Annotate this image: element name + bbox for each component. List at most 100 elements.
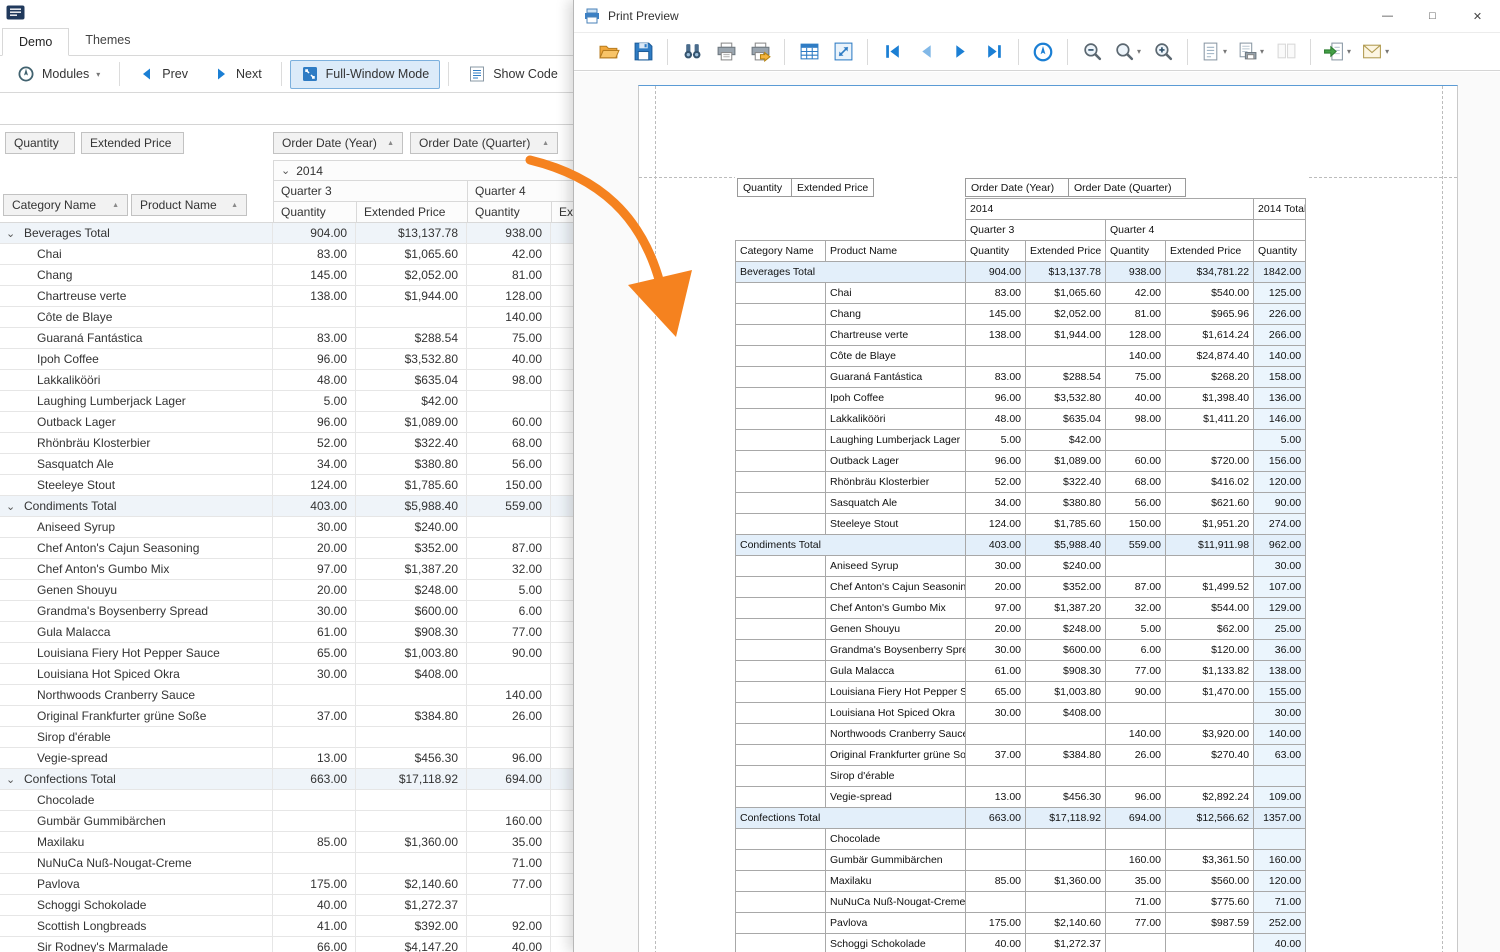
row-label[interactable]: Genen Shouyu [0,580,273,600]
value-cell[interactable]: 83.00 [273,244,356,264]
value-cell[interactable]: 42.00 [467,244,551,264]
value-cell[interactable]: 90.00 [467,643,551,663]
zoom-button[interactable]: ▾ [1111,37,1144,67]
value-cell[interactable]: 20.00 [273,580,356,600]
value-cell[interactable] [273,790,356,810]
value-cell[interactable]: $240.00 [356,517,467,537]
column-field-order-date-year[interactable]: Order Date (Year)▲ [273,132,403,154]
column-field-order-date-quarter[interactable]: Order Date (Quarter)▲ [410,132,558,154]
value-cell[interactable]: 938.00 [467,223,551,243]
value-cell[interactable]: 77.00 [467,874,551,894]
value-cell[interactable] [467,727,551,747]
value-cell[interactable]: 92.00 [467,916,551,936]
value-cell[interactable]: 56.00 [467,454,551,474]
value-cell[interactable] [467,517,551,537]
tab-themes[interactable]: Themes [69,27,146,55]
value-cell[interactable]: 30.00 [273,664,356,684]
row-label[interactable]: Chocolade [0,790,273,810]
row-label[interactable]: Louisiana Hot Spiced Okra [0,664,273,684]
value-cell[interactable]: 559.00 [467,496,551,516]
value-cell[interactable]: 77.00 [467,622,551,642]
value-cell[interactable] [273,727,356,747]
value-cell[interactable]: 694.00 [467,769,551,789]
tab-demo[interactable]: Demo [2,28,69,56]
value-cell[interactable]: $635.04 [356,370,467,390]
last-page-button[interactable] [979,37,1009,67]
pointer-navigation-button[interactable] [1028,37,1058,67]
value-cell[interactable]: $288.54 [356,328,467,348]
row-label[interactable]: Chef Anton's Cajun Seasoning [0,538,273,558]
customize-button[interactable] [794,37,824,67]
row-label[interactable]: Chef Anton's Gumbo Mix [0,559,273,579]
value-cell[interactable]: 30.00 [273,601,356,621]
row-label[interactable]: Gumbär Gummibärchen [0,811,273,831]
value-cell[interactable]: 140.00 [467,685,551,705]
value-cell[interactable]: 5.00 [467,580,551,600]
row-label[interactable]: Steeleye Stout [0,475,273,495]
value-cell[interactable]: 26.00 [467,706,551,726]
row-label[interactable]: Vegie-spread [0,748,273,768]
value-cell[interactable]: 34.00 [273,454,356,474]
value-cell[interactable]: 60.00 [467,412,551,432]
value-cell[interactable]: 128.00 [467,286,551,306]
save-document-button[interactable] [628,37,658,67]
row-label[interactable]: Sirop d'érable [0,727,273,747]
data-field-quantity[interactable]: Quantity [5,132,75,154]
value-cell[interactable] [356,307,467,327]
open-document-button[interactable] [594,37,624,67]
value-cell[interactable]: $3,532.80 [356,349,467,369]
row-label[interactable]: Sir Rodney's Marmalade [0,937,273,952]
value-cell[interactable]: 175.00 [273,874,356,894]
row-label[interactable]: Chai [0,244,273,264]
app-icon[interactable] [6,5,25,20]
value-cell[interactable]: 20.00 [273,538,356,558]
row-label[interactable]: Lakkalikööri [0,370,273,390]
zoom-in-button[interactable] [1148,37,1178,67]
value-cell[interactable] [467,664,551,684]
row-label[interactable]: Rhönbräu Klosterbier [0,433,273,453]
value-cell[interactable]: $4,147.20 [356,937,467,952]
column-header-extended-price-q3[interactable]: Extended Price [356,202,467,223]
value-cell[interactable] [467,391,551,411]
row-label[interactable]: Outback Lager [0,412,273,432]
send-email-button[interactable]: ▾ [1358,37,1392,67]
row-label[interactable]: NuNuCa Nuß-Nougat-Creme [0,853,273,873]
value-cell[interactable]: 40.00 [467,349,551,369]
value-cell[interactable]: 160.00 [467,811,551,831]
column-group-2014[interactable]: ⌄2014 [273,160,600,181]
zoom-out-button[interactable] [1077,37,1107,67]
value-cell[interactable]: $1,003.80 [356,643,467,663]
value-cell[interactable]: $1,065.60 [356,244,467,264]
value-cell[interactable]: 138.00 [273,286,356,306]
value-cell[interactable] [356,811,467,831]
value-cell[interactable]: $1,944.00 [356,286,467,306]
facing-pages-button[interactable] [1271,37,1301,67]
value-cell[interactable]: 68.00 [467,433,551,453]
quick-print-button[interactable] [745,37,775,67]
full-window-mode-button[interactable]: Full-Window Mode [290,60,441,89]
value-cell[interactable]: 5.00 [273,391,356,411]
column-header-quarter-3[interactable]: Quarter 3 [273,181,467,202]
row-label[interactable]: Pavlova [0,874,273,894]
collapse-icon[interactable]: ⌄ [6,773,17,786]
export-document-button[interactable]: ▾ [1320,37,1354,67]
row-label[interactable]: Sasquatch Ale [0,454,273,474]
value-cell[interactable]: 66.00 [273,937,356,952]
value-cell[interactable]: 61.00 [273,622,356,642]
data-field-extended-price[interactable]: Extended Price [81,132,184,154]
value-cell[interactable]: $380.80 [356,454,467,474]
value-cell[interactable]: $392.00 [356,916,467,936]
page-view-button[interactable]: ▾ [1197,37,1230,67]
value-cell[interactable] [273,307,356,327]
value-cell[interactable]: $322.40 [356,433,467,453]
preview-page[interactable]: Quantity Extended Price Order Date (Year… [638,85,1458,952]
row-label[interactable]: ⌄Beverages Total [0,223,273,243]
row-label[interactable]: Chang [0,265,273,285]
collapse-icon[interactable]: ⌄ [281,164,290,177]
value-cell[interactable]: 96.00 [467,748,551,768]
value-cell[interactable]: $908.30 [356,622,467,642]
close-button[interactable]: ✕ [1455,0,1500,33]
value-cell[interactable] [356,727,467,747]
row-label[interactable]: Chartreuse verte [0,286,273,306]
print-button[interactable] [711,37,741,67]
